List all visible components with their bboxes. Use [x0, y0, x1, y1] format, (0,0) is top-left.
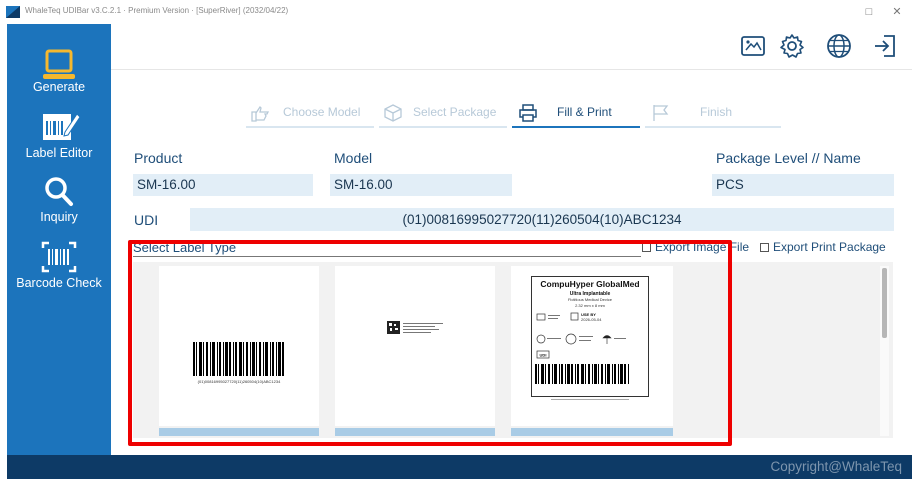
product-field[interactable]: SM-16.00: [133, 174, 313, 196]
copyright-text: Copyright@WhaleTeq: [770, 459, 902, 474]
sidebar-item-label: Generate: [32, 80, 86, 94]
app-logo-icon: [6, 6, 20, 18]
package-level-label: Package Level // Name: [716, 150, 861, 166]
sidebar-item-label: Barcode Check: [16, 276, 102, 290]
highlight-box: [128, 240, 732, 446]
udi-field[interactable]: (01)00816995027720(11)260504(10)ABC1234: [190, 208, 894, 231]
package-level-field[interactable]: PCS: [712, 174, 894, 196]
sidebar-item-label: Label Editor: [25, 146, 93, 160]
globe-icon[interactable]: [826, 33, 852, 59]
sidebar-item-label-editor[interactable]: Label Editor: [7, 108, 111, 160]
window-title: WhaleTeq UDIBar v3.C.2.1 · Premium Versi…: [25, 6, 289, 15]
step-progress-line-active: [512, 126, 640, 128]
image-edit-icon[interactable]: [740, 33, 766, 59]
product-label: Product: [134, 150, 183, 166]
gear-icon[interactable]: [779, 33, 805, 59]
window-titlebar: WhaleTeq UDIBar v3.C.2.1 · Premium Versi…: [0, 0, 912, 24]
sidebar-item-inquiry[interactable]: Inquiry: [7, 176, 111, 224]
step-select-package[interactable]: Select Package: [413, 105, 496, 119]
step-choose-model[interactable]: Choose Model: [283, 105, 360, 119]
flag-icon: [653, 105, 669, 121]
hand-pointer-icon: [251, 105, 270, 122]
label-edit-icon: [43, 113, 81, 140]
model-label: Model: [334, 150, 373, 166]
header-divider: [111, 69, 912, 70]
step-finish[interactable]: Finish: [700, 105, 732, 119]
package-box-icon: [384, 104, 402, 122]
step-fill-print[interactable]: Fill & Print: [557, 105, 612, 119]
sidebar-item-generate[interactable]: Generate: [7, 48, 111, 94]
logout-icon[interactable]: [872, 33, 898, 59]
export-print-label: Export Print Package: [773, 240, 886, 254]
step-progress-line: [645, 126, 781, 128]
sidebar-item-barcode-check[interactable]: Barcode Check: [7, 240, 111, 290]
barcode-scan-icon: [41, 241, 77, 273]
sidebar: Generate Label Editor Inquiry Barcode Ch…: [7, 24, 111, 455]
export-print-checkbox[interactable]: Export Print Package: [760, 240, 886, 254]
footer-bar: Copyright@WhaleTeq: [7, 455, 912, 479]
search-icon: [45, 177, 73, 206]
maximize-button[interactable]: □: [858, 3, 880, 21]
printer-icon: [519, 104, 537, 122]
model-field[interactable]: SM-16.00: [330, 174, 512, 196]
laptop-icon: [43, 49, 75, 79]
step-progress-line: [379, 126, 507, 128]
preview-scrollbar-thumb[interactable]: [882, 268, 887, 338]
close-window-button[interactable]: ✕: [886, 3, 908, 21]
sidebar-item-label: Inquiry: [40, 210, 78, 224]
checkbox-box[interactable]: [760, 243, 769, 252]
step-progress-line: [246, 126, 374, 128]
udi-label: UDI: [134, 212, 159, 228]
